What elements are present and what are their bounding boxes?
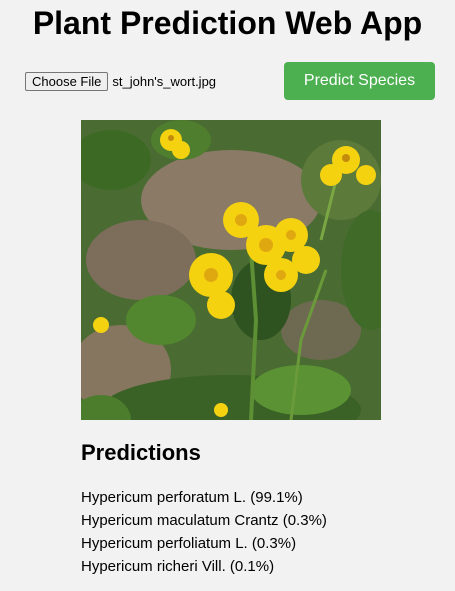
prediction-item: Hypericum perforatum L. (99.1%)	[81, 489, 303, 506]
prediction-item: Hypericum richeri Vill. (0.1%)	[81, 558, 275, 575]
predictions-heading: Predictions	[81, 440, 201, 465]
page-title: Plant Prediction Web App	[32, 5, 423, 41]
prediction-item: Hypericum maculatum Crantz (0.3%)	[81, 512, 327, 529]
plant-image-preview	[81, 120, 381, 420]
predictions-list: Hypericum perforatum L. (99.1%) Hypericu…	[81, 486, 327, 578]
app-page: Plant Prediction Web App Choose File st_…	[0, 0, 455, 591]
plant-photo	[81, 120, 381, 420]
predict-species-button[interactable]: Predict Species	[284, 62, 435, 100]
file-upload: Choose File st_john's_wort.jpg	[25, 71, 216, 91]
selected-file-name: st_john's_wort.jpg	[112, 73, 217, 89]
prediction-item: Hypericum perfoliatum L. (0.3%)	[81, 535, 297, 552]
choose-file-button[interactable]: Choose File	[25, 71, 109, 91]
